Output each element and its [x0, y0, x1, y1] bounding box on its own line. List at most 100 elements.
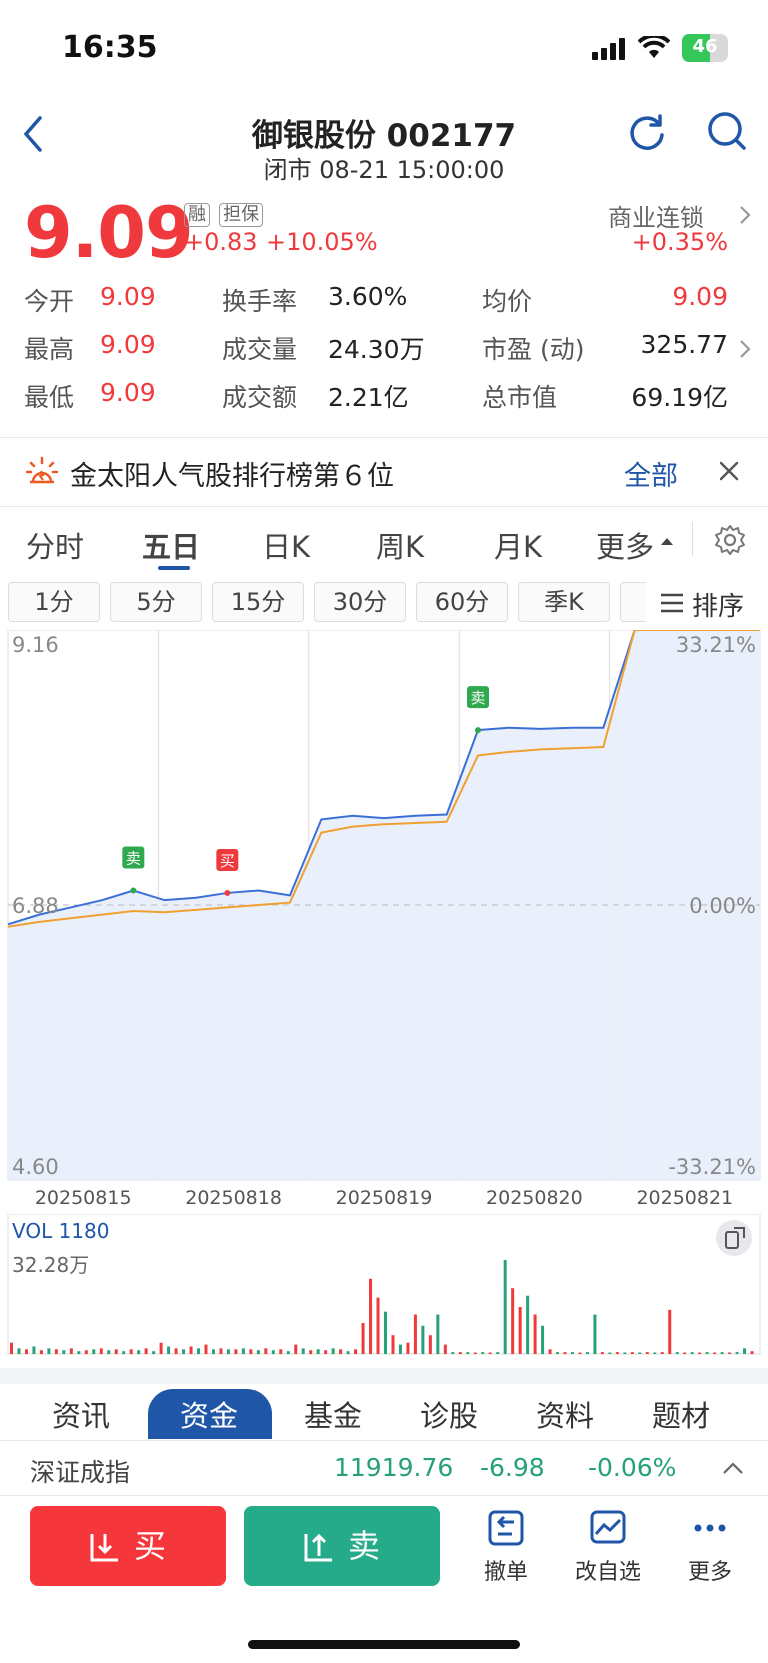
tab-monthly-k[interactable]: 月K	[494, 524, 542, 566]
subtab-overflow[interactable]	[620, 582, 646, 622]
stat-label: 均价	[482, 287, 533, 316]
stat-value: 2.21亿	[328, 383, 409, 412]
sell-label: 卖	[348, 1527, 381, 1565]
y-axis-label: 6.88	[12, 894, 59, 918]
volume-bar	[129, 1349, 133, 1354]
stat-label[interactable]: 市盈 (动)	[482, 330, 584, 366]
subtab-30min[interactable]: 30分	[314, 582, 406, 622]
subtab-1min[interactable]: 1分	[8, 582, 100, 622]
stats-row-3: 最低 9.09 成交额 2.21亿 总市值 69.19亿	[0, 378, 768, 418]
refresh-icon[interactable]	[626, 112, 668, 154]
y-axis-label: 4.60	[12, 1155, 59, 1179]
chevron-right-icon[interactable]	[738, 204, 752, 226]
arrow-down-icon	[90, 1534, 118, 1562]
five-day-price-chart[interactable]: 卖买卖9.16 33.21%6.88 0.00%4.60 -33.21%2025081…	[0, 630, 768, 1210]
volume-bar	[623, 1352, 627, 1354]
sort-button[interactable]: 排序	[646, 582, 768, 622]
volume-bar	[114, 1349, 118, 1354]
volume-bar	[466, 1352, 470, 1354]
volume-bar	[713, 1352, 717, 1354]
volume-bar	[406, 1342, 410, 1354]
tab-news[interactable]: 资讯	[52, 1393, 110, 1435]
volume-bar	[750, 1351, 754, 1354]
popularity-banner[interactable]: 金太阳人气股排行榜第６位 全部	[0, 438, 768, 506]
stat-value: 9.09	[100, 282, 156, 311]
volume-bar	[361, 1322, 365, 1354]
sell-button[interactable]: 卖	[244, 1506, 440, 1586]
subtab-60min[interactable]: 60分	[416, 582, 508, 622]
cancel-order-button[interactable]: 撤单	[466, 1508, 546, 1586]
stat-value: 69.19亿	[631, 383, 728, 412]
x-axis-label: 20250819	[336, 1187, 433, 1209]
volume-bar	[488, 1352, 492, 1354]
tab-profile[interactable]: 资料	[536, 1393, 594, 1435]
edit-watchlist-button[interactable]: 改自选	[568, 1508, 648, 1586]
volume-bar	[630, 1352, 634, 1354]
interval-tabs: 1分 5分 15分 30分 60分 季K 排序	[0, 578, 768, 630]
volume-bar	[458, 1352, 462, 1354]
volume-bar	[271, 1350, 275, 1354]
volume-bar	[518, 1307, 522, 1354]
stat-value: 9.09	[100, 378, 156, 407]
volume-bar	[24, 1349, 28, 1354]
search-icon[interactable]	[706, 110, 748, 154]
volume-bar	[226, 1349, 230, 1354]
volume-bar	[182, 1349, 186, 1354]
list-icon	[661, 593, 683, 613]
buy-button[interactable]: 买	[30, 1506, 226, 1586]
volume-bar	[107, 1350, 111, 1354]
subtab-15min[interactable]: 15分	[212, 582, 304, 622]
trade-action-bar: 买 卖 撤单 改自选 更多	[0, 1498, 768, 1618]
banner-all-link[interactable]: 全部	[624, 454, 678, 493]
close-icon[interactable]	[718, 460, 740, 482]
volume-bar	[451, 1352, 455, 1354]
trade-marker-label: 卖	[470, 689, 485, 707]
volume-chart[interactable]: VOL 1180 32.28万	[0, 1214, 768, 1366]
cancel-order-icon	[488, 1510, 524, 1546]
x-axis-label: 20250820	[486, 1187, 583, 1209]
volume-bar	[660, 1352, 664, 1354]
tab-intraday[interactable]: 分时	[26, 524, 84, 566]
edit-watchlist-label: 改自选	[574, 1560, 641, 1585]
volume-bar	[541, 1325, 545, 1354]
more-button[interactable]: 更多	[670, 1508, 750, 1586]
volume-bar	[339, 1349, 343, 1354]
tab-weekly-k[interactable]: 周K	[376, 524, 424, 566]
tab-funds-flow[interactable]: 资金	[180, 1393, 238, 1435]
tab-theme[interactable]: 题材	[652, 1393, 710, 1435]
volume-bar	[638, 1352, 642, 1354]
cancel-order-label: 撤单	[483, 1560, 528, 1585]
index-ticker[interactable]: 深证成指 11919.76 -6.98 -0.06%	[0, 1440, 768, 1496]
volume-bar	[174, 1348, 178, 1354]
margin-tag: 融	[184, 203, 210, 227]
stat-label: 换手率	[222, 287, 298, 316]
volume-max-label: 32.28万	[12, 1253, 89, 1277]
tab-more[interactable]: 更多	[596, 524, 654, 566]
volume-label: VOL 1180	[12, 1219, 109, 1243]
tab-diagnose[interactable]: 诊股	[420, 1393, 478, 1435]
gear-icon[interactable]	[714, 524, 746, 556]
chevron-right-icon[interactable]	[738, 338, 752, 360]
tab-fund[interactable]: 基金	[304, 1393, 362, 1435]
volume-bar	[720, 1352, 724, 1354]
volume-bar	[77, 1351, 81, 1354]
tab-daily-k[interactable]: 日K	[262, 524, 310, 566]
home-indicator[interactable]	[248, 1640, 520, 1649]
caret-up-icon[interactable]	[660, 536, 674, 546]
volume-bar	[99, 1348, 103, 1354]
guarantee-tag: 担保	[219, 203, 264, 227]
chevron-up-icon[interactable]	[722, 1461, 744, 1475]
stat-label: 最低	[24, 383, 75, 412]
subtab-season-k[interactable]: 季K	[518, 582, 610, 622]
more-label: 更多	[687, 1560, 732, 1585]
volume-bar	[683, 1352, 687, 1354]
more-icon	[694, 1524, 726, 1532]
x-axis-label: 20250815	[35, 1187, 132, 1209]
subtab-5min[interactable]: 5分	[110, 582, 202, 622]
volume-bar	[309, 1350, 313, 1354]
volume-bar	[391, 1335, 395, 1354]
volume-bar	[189, 1346, 193, 1354]
price-change: +0.83	[184, 228, 258, 256]
tab-five-day[interactable]: 五日	[142, 524, 200, 566]
sector-change: +0.35%	[631, 228, 728, 256]
